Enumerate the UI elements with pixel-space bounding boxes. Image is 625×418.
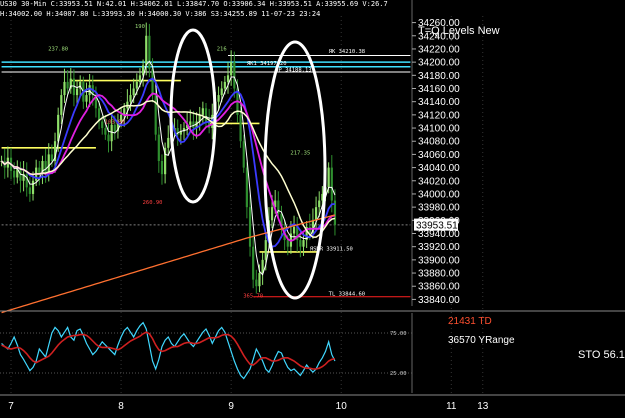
candle-body bbox=[132, 88, 135, 96]
osc-ref-label: 75.00 bbox=[390, 331, 407, 337]
candle-body bbox=[85, 95, 88, 102]
header-line-1: US30 30-Min C:33953.51 N:42.01 H:34062.0… bbox=[0, 0, 388, 8]
candle-body bbox=[154, 95, 157, 135]
candle-body bbox=[148, 35, 151, 69]
bar-label: 216 bbox=[217, 46, 227, 52]
candle-body bbox=[327, 167, 330, 188]
level-label: ЯK1 34197.20 bbox=[247, 61, 287, 67]
candle-body bbox=[220, 88, 223, 96]
candle-body bbox=[75, 88, 79, 96]
candle-body bbox=[318, 200, 321, 208]
candle-body bbox=[129, 95, 132, 102]
price-tick-label: 33860.00 bbox=[418, 282, 460, 293]
candle-body bbox=[286, 240, 289, 247]
candle-body bbox=[255, 279, 258, 287]
bar-label: 190 bbox=[135, 24, 145, 30]
candle-body bbox=[50, 154, 53, 161]
candle-body bbox=[201, 108, 204, 115]
time-tick-label: 13 bbox=[477, 401, 489, 412]
time-tick-label: 8 bbox=[118, 401, 124, 412]
chart-title: T=Q Levels New bbox=[418, 25, 500, 37]
candle-body bbox=[223, 81, 226, 89]
candle-body bbox=[88, 85, 91, 96]
price-tick-label: 34120.00 bbox=[418, 110, 460, 121]
yrange-label: 36570 YRange bbox=[448, 335, 515, 346]
price-tick-label: 33980.00 bbox=[418, 203, 460, 214]
price-tick-label: 34100.00 bbox=[418, 124, 460, 135]
bar-label: 103.80 bbox=[105, 119, 125, 125]
candle-body bbox=[302, 240, 305, 247]
candle-body bbox=[157, 134, 160, 161]
bar-label: 237.80 bbox=[48, 46, 68, 52]
price-tick-label: 33900.00 bbox=[418, 255, 460, 266]
candle-body bbox=[330, 167, 333, 201]
price-tick-label: 34080.00 bbox=[418, 137, 460, 148]
candle-body bbox=[264, 240, 267, 260]
time-tick-label: 11 bbox=[446, 401, 457, 412]
level-label: QP 34188.13 bbox=[275, 67, 311, 73]
candle-body bbox=[13, 170, 16, 178]
candle-body bbox=[242, 141, 245, 168]
sto-label: STO 56.1 bbox=[578, 349, 625, 361]
candle-body bbox=[226, 75, 230, 82]
candle-body bbox=[31, 180, 35, 194]
candle-body bbox=[258, 273, 261, 287]
candle-body bbox=[248, 207, 252, 247]
price-tick-label: 34180.00 bbox=[418, 71, 460, 82]
candle-body bbox=[145, 35, 148, 66]
candle-body bbox=[28, 187, 31, 194]
level-label: TL 33844.60 bbox=[329, 291, 365, 297]
level-label: ЯK 34210.38 bbox=[329, 49, 365, 55]
candle-body bbox=[245, 167, 248, 208]
candle-body bbox=[60, 95, 63, 115]
price-tick-label: 34200.00 bbox=[418, 58, 460, 69]
chart-canvas: ЯK 34210.38 ЯK1 34197.20QP 34188.13 ЯSNR 3… bbox=[0, 0, 625, 418]
candle-body bbox=[252, 246, 255, 280]
candle-body bbox=[230, 62, 233, 76]
candle-body bbox=[101, 121, 104, 129]
price-tick-label: 34160.00 bbox=[418, 84, 460, 95]
candle-body bbox=[270, 207, 274, 221]
price-tick-label: 34040.00 bbox=[418, 163, 460, 174]
bar-label: 260.90 bbox=[143, 200, 163, 206]
candle-body bbox=[167, 137, 170, 148]
price-tick-label: 33880.00 bbox=[418, 269, 460, 280]
candle-body bbox=[217, 95, 220, 102]
candle-body bbox=[113, 124, 116, 132]
price-tick-label: 34140.00 bbox=[418, 97, 460, 108]
price-axis: 34260.0034240.0034220.0034200.0034180.00… bbox=[411, 0, 460, 306]
candle-body bbox=[314, 207, 318, 221]
candle-body bbox=[66, 81, 69, 89]
bar-label: 365.70 bbox=[243, 293, 263, 299]
last-price-label: 33953.51 bbox=[416, 221, 458, 232]
time-tick-label: 7 bbox=[8, 401, 14, 412]
candle-body bbox=[107, 134, 110, 142]
price-tick-label: 34220.00 bbox=[418, 44, 460, 55]
candle-body bbox=[204, 108, 208, 122]
price-tick-label: 33840.00 bbox=[418, 295, 460, 306]
candle-body bbox=[292, 226, 296, 234]
time-tick-label: 9 bbox=[228, 401, 234, 412]
candle-body bbox=[110, 124, 113, 142]
candle-body bbox=[63, 81, 66, 96]
candle-body bbox=[233, 62, 236, 89]
candle-body bbox=[104, 128, 107, 135]
candle-body bbox=[189, 121, 192, 125]
level-label: ЯSNR 33911.50 bbox=[310, 247, 353, 253]
candle-body bbox=[138, 75, 142, 82]
candle-body bbox=[135, 81, 138, 89]
time-tick-label: 10 bbox=[336, 401, 348, 412]
price-tick-label: 34060.00 bbox=[418, 150, 460, 161]
price-tick-label: 34000.00 bbox=[418, 189, 460, 200]
osc-ref-label: 25.00 bbox=[390, 371, 407, 377]
price-tick-label: 34020.00 bbox=[418, 176, 460, 187]
candle-body bbox=[25, 174, 28, 188]
header-line-2: H:34002.00 H:34007.80 L:33993.30 H:34000… bbox=[0, 10, 321, 18]
price-tick-label: 33920.00 bbox=[418, 242, 460, 253]
candle-body bbox=[239, 114, 242, 142]
bar-label: 217.35 bbox=[290, 150, 310, 156]
td-label: 21431 TD bbox=[448, 316, 492, 327]
candle-body bbox=[160, 161, 164, 175]
candle-body bbox=[299, 240, 302, 247]
